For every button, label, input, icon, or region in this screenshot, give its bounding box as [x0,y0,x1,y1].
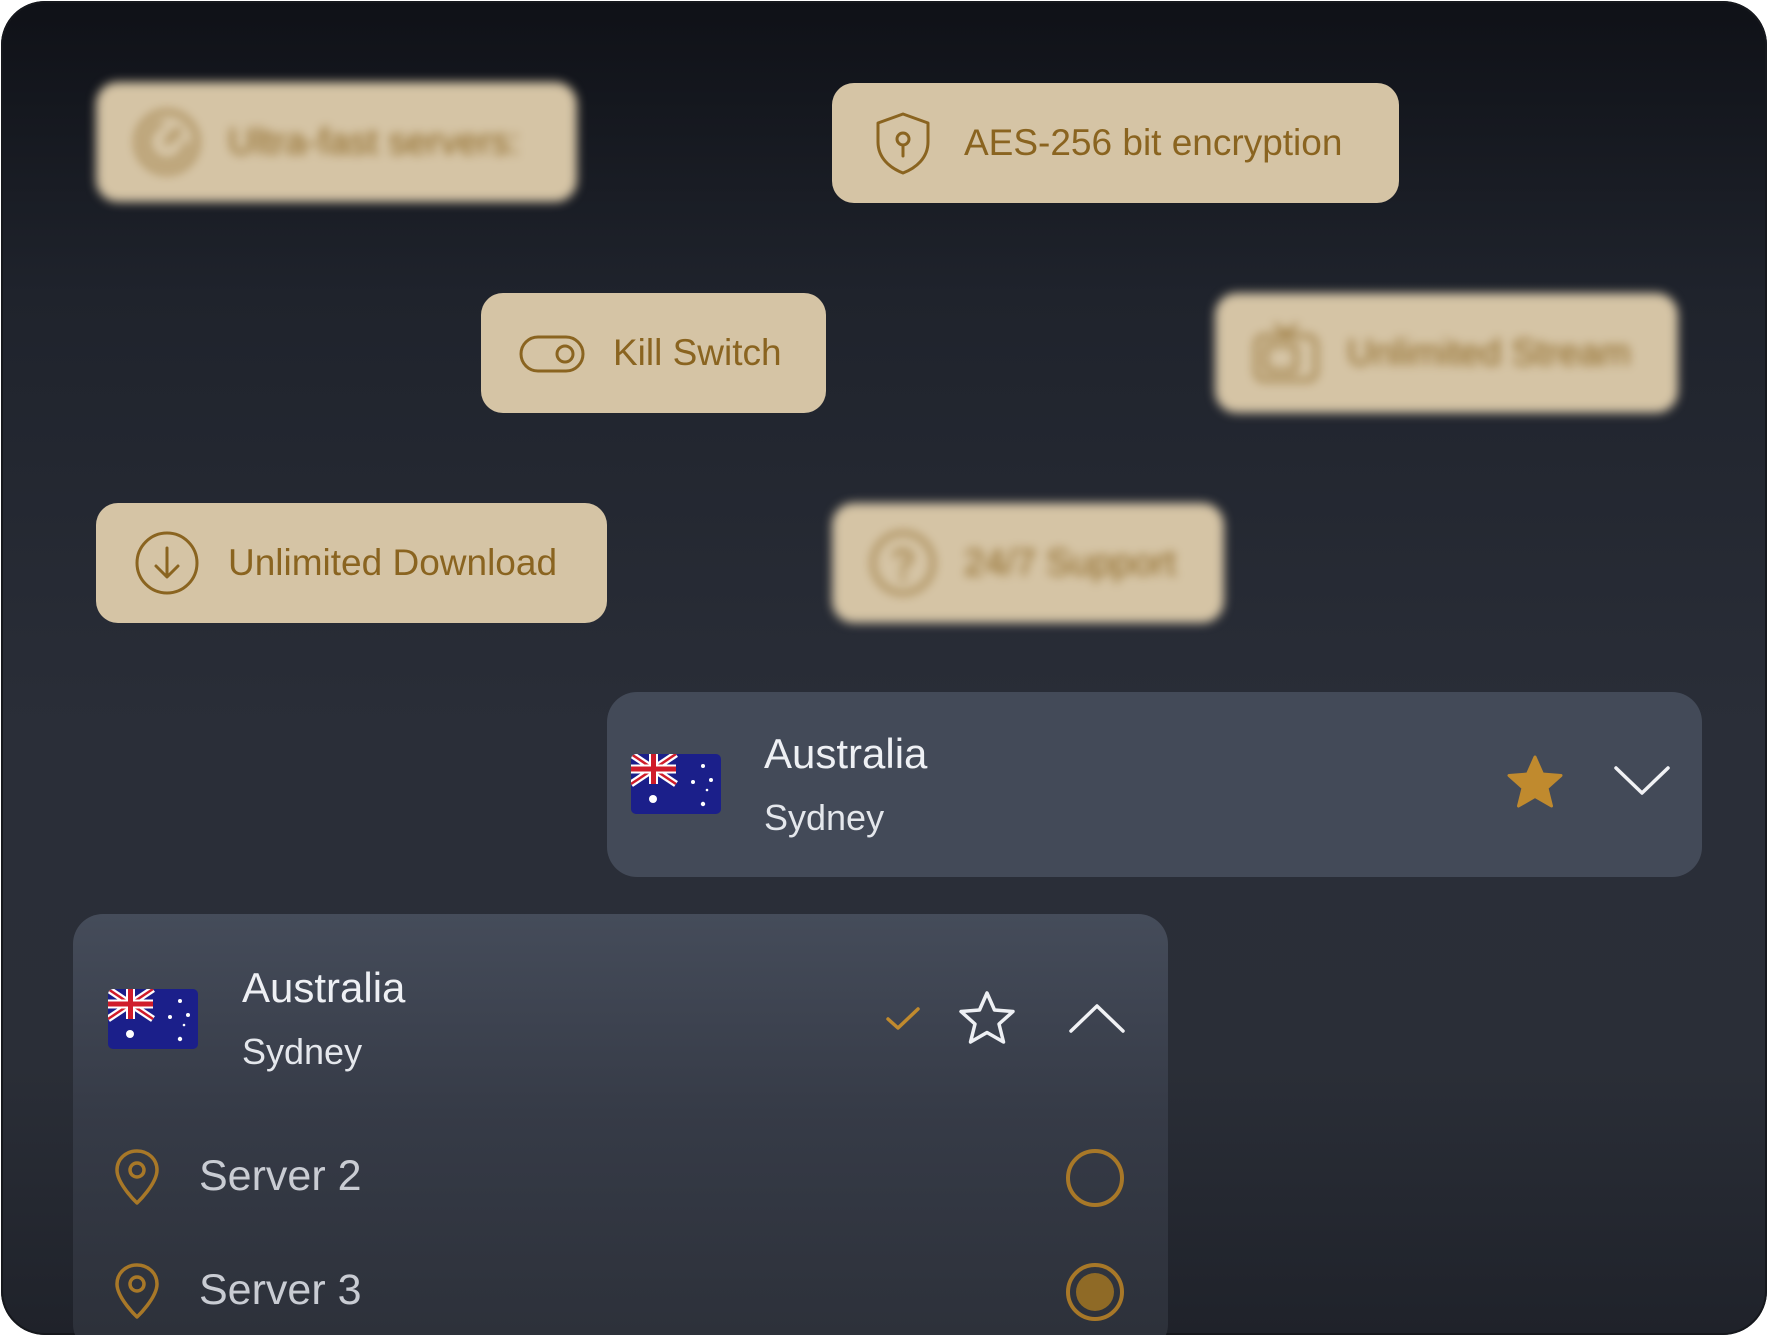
server-label: Server 2 [199,1152,362,1200]
location-pin-icon [115,1263,159,1319]
star-filled-icon[interactable] [1504,754,1566,812]
app-frame: Ultra-fast servers: AES-256 bit encrypti… [1,1,1767,1335]
download-circle-icon [135,531,199,595]
feature-chip-stream: Unlimited Stream [1215,293,1678,413]
star-outline-icon[interactable] [956,990,1018,1048]
toggle-icon [519,335,585,373]
feature-chip-ultra-fast: Ultra-fast servers: [96,82,577,202]
feature-label: AES-256 bit encryption [964,122,1343,163]
chevron-up-icon[interactable] [1068,1001,1126,1035]
feature-chip-download: Unlimited Download [96,503,607,623]
location-pin-icon [115,1149,159,1205]
australia-flag-icon [108,989,198,1049]
city-name: Sydney [764,797,885,838]
australia-flag-icon [631,754,721,814]
country-name: Australia [764,730,928,777]
feature-label: 24/7 Support [964,542,1176,583]
location-card-expanded: Australia Sydney Server 2 Server 3 [73,914,1168,1335]
feature-label: Unlimited Download [228,542,558,583]
feature-chip-support: 24/7 Support [832,503,1224,623]
feature-label: Kill Switch [613,332,782,373]
speedometer-icon [135,110,199,174]
radio-button-selected[interactable] [1064,1261,1126,1323]
check-icon [886,1007,920,1030]
location-card-collapsed[interactable]: Australia Sydney [607,692,1702,877]
country-name: Australia [242,964,406,1011]
feature-label: Unlimited Stream [1347,332,1631,373]
chevron-down-icon[interactable] [1613,764,1671,798]
tv-icon [1254,322,1318,382]
server-row[interactable]: Server 2 [73,1134,1168,1234]
radio-button-unselected[interactable] [1064,1147,1126,1209]
shield-keyhole-icon [876,112,930,175]
feature-label: Ultra-fast servers: [228,121,520,162]
server-label: Server 3 [199,1266,362,1314]
help-circle-icon [871,531,935,595]
city-name: Sydney [242,1031,363,1072]
feature-chip-kill-switch: Kill Switch [481,293,826,413]
server-row[interactable]: Server 3 [73,1248,1168,1335]
feature-chip-encryption: AES-256 bit encryption [832,83,1399,203]
